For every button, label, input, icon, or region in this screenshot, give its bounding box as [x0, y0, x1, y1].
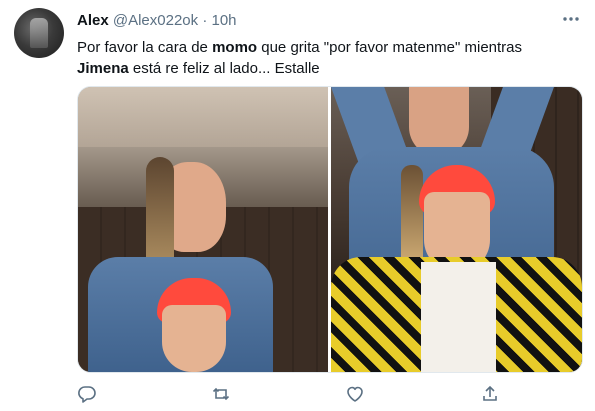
media-grid[interactable] — [77, 86, 583, 373]
tweet-text-bold: momo — [212, 39, 258, 56]
white-tshirt — [421, 262, 496, 372]
photo-right[interactable] — [331, 87, 582, 372]
author-name[interactable]: Alex — [77, 12, 109, 29]
action-bar — [0, 384, 595, 404]
boy-face — [162, 305, 226, 372]
tweet-text-part: que grita "por favor matenme" mientras — [257, 39, 523, 56]
reply-icon[interactable] — [77, 384, 97, 404]
like-icon[interactable] — [345, 384, 365, 404]
share-icon[interactable] — [480, 384, 500, 404]
tweet-header: Alex @Alex022ok · 10h — [77, 12, 237, 29]
tweet-text-part: Por favor la cara de — [77, 39, 213, 56]
avatar[interactable] — [14, 8, 64, 58]
retweet-icon[interactable] — [211, 384, 231, 404]
photo-left[interactable] — [78, 87, 328, 372]
ceiling — [78, 87, 328, 147]
tweet-text-part: está re feliz al lado... Estalle — [128, 60, 320, 77]
more-icon[interactable] — [562, 10, 580, 33]
tweet[interactable]: Alex @Alex022ok · 10h Por favor la cara … — [0, 0, 595, 411]
author-handle[interactable]: @Alex022ok — [113, 12, 198, 29]
tweet-time[interactable]: 10h — [211, 12, 236, 29]
tweet-text: Por favor la cara de momo que grita "por… — [77, 37, 577, 79]
tweet-text-bold: Jimena — [77, 60, 129, 77]
separator: · — [202, 12, 208, 29]
